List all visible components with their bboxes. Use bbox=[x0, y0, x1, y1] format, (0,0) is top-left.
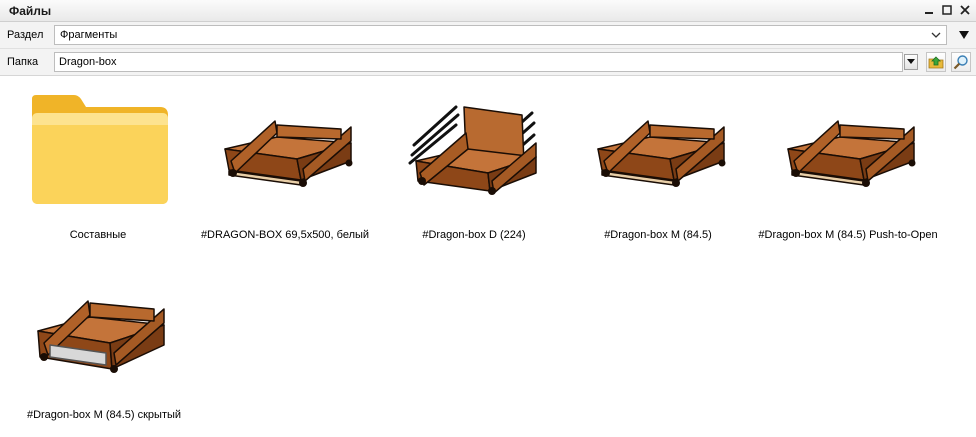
minimize-icon[interactable] bbox=[922, 3, 936, 17]
list-item-label: #DRAGON-BOX 69,5x500, белый bbox=[200, 229, 370, 241]
drawer-icon bbox=[597, 120, 726, 187]
list-item-label: #Dragon-box M (84.5) Push-to-Open bbox=[758, 229, 938, 241]
drawer-tall-icon bbox=[408, 105, 537, 195]
list-item[interactable]: #DRAGON-BOX 69,5x500, белый bbox=[195, 77, 375, 253]
drawer-icon bbox=[787, 120, 916, 187]
section-select-value: Фрагменты bbox=[60, 29, 118, 41]
folder-path-field[interactable]: Dragon-box bbox=[54, 52, 903, 72]
file-list: Составные #DRAGON-BOX 69,5x500, белый #D… bbox=[0, 77, 976, 437]
list-item[interactable]: #Dragon-box M (84.5) Push-to-Open bbox=[758, 77, 938, 253]
folder-up-icon bbox=[928, 56, 944, 69]
panel-menu-icon[interactable] bbox=[958, 29, 970, 41]
maximize-icon[interactable] bbox=[940, 3, 954, 17]
search-button[interactable] bbox=[951, 52, 971, 72]
list-item-label: #Dragon-box M (84.5) bbox=[604, 229, 712, 241]
search-icon bbox=[953, 55, 968, 70]
triangle-down-icon bbox=[907, 59, 915, 64]
list-item-label: #Dragon-box M (84.5) скрытый bbox=[26, 409, 182, 421]
window-controls bbox=[922, 3, 972, 17]
panel-title-bar: Файлы bbox=[0, 0, 976, 22]
folder-up-button[interactable] bbox=[926, 52, 946, 72]
folder-icon bbox=[32, 95, 168, 204]
folder-label: Папка bbox=[7, 56, 39, 68]
folder-dropdown-button[interactable] bbox=[904, 54, 918, 70]
list-item-label: #Dragon-box D (224) bbox=[422, 229, 526, 241]
section-label: Раздел bbox=[7, 29, 44, 41]
list-item[interactable]: #Dragon-box M (84.5) скрытый bbox=[14, 257, 194, 433]
close-icon[interactable] bbox=[958, 3, 972, 17]
list-item-label: Составные bbox=[69, 229, 127, 241]
drawer-icon bbox=[224, 120, 353, 187]
section-row: Раздел Фрагменты bbox=[0, 22, 976, 49]
panel-title: Файлы bbox=[9, 4, 52, 18]
list-item[interactable]: Составные bbox=[8, 77, 188, 253]
chevron-down-icon[interactable] bbox=[930, 29, 942, 41]
list-item[interactable]: #Dragon-box M (84.5) bbox=[568, 77, 748, 253]
section-select[interactable]: Фрагменты bbox=[54, 25, 947, 45]
list-item[interactable]: #Dragon-box D (224) bbox=[384, 77, 564, 253]
folder-path-value: Dragon-box bbox=[59, 56, 117, 68]
folder-row: Папка Dragon-box bbox=[0, 49, 976, 76]
drawer-hidden-icon bbox=[37, 300, 165, 373]
